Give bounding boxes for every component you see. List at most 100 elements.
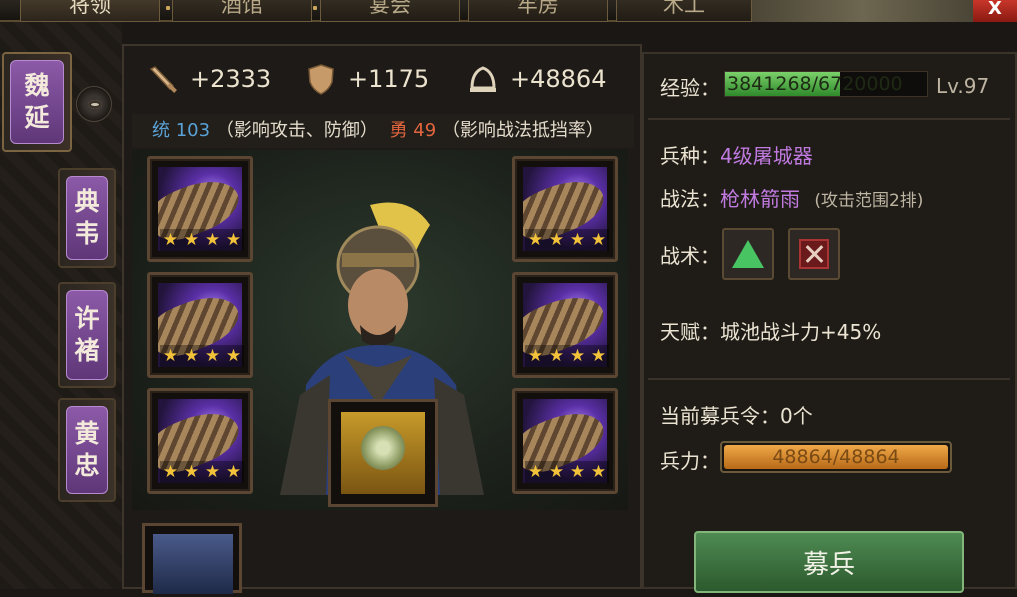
star-icon: ★: [548, 462, 565, 482]
star-rating: ★ ★ ★ ★: [160, 229, 244, 251]
attribute-description-row: 统 103 （影响攻击、防御） 勇 49 （影响战法抵挡率）: [132, 114, 634, 148]
general-tab-dian-wei[interactable]: 典 韦: [58, 168, 116, 268]
star-icon: ★: [183, 462, 200, 482]
top-tab-bar: 将领 酒馆 宴会 牢房 木工 X: [0, 0, 1017, 22]
treasure-slot[interactable]: [328, 399, 438, 507]
equipment-slot[interactable]: ★ ★ ★ ★: [512, 156, 618, 262]
star-icon: ★: [527, 462, 544, 482]
troop-label: 兵力：: [660, 449, 720, 473]
general-tab-huang-zhong[interactable]: 黄 忠: [58, 398, 116, 502]
general-name-char: 黄: [74, 419, 100, 448]
green-triangle-icon: [732, 240, 764, 268]
equipment-slot[interactable]: ★ ★ ★ ★: [147, 388, 253, 494]
unit-type-label: 兵种：: [660, 144, 720, 168]
crossed-swords-icon: [799, 239, 829, 269]
top-scenery-image: [752, 0, 974, 22]
helmet-icon: [470, 66, 496, 92]
general-name-char: 韦: [74, 219, 100, 248]
attack-value: +2333: [190, 65, 272, 93]
divider: [648, 378, 1010, 380]
star-rating: ★ ★ ★ ★: [160, 345, 244, 367]
tab-carpentry[interactable]: 木工: [616, 0, 752, 22]
general-name-badge: 黄 忠: [66, 406, 108, 494]
star-icon: ★: [527, 230, 544, 250]
eye-icon[interactable]: [76, 86, 112, 122]
star-icon: ★: [569, 230, 586, 250]
star-icon: ★: [183, 346, 200, 366]
attack-stat: +2333: [146, 58, 271, 100]
star-icon: ★: [569, 462, 586, 482]
general-tab-wei-yan[interactable]: 魏 延: [2, 52, 72, 152]
talent-row: 天赋：城池战斗力+45%: [660, 316, 881, 345]
star-icon: ★: [225, 230, 242, 250]
star-icon: ★: [204, 462, 221, 482]
star-icon: ★: [162, 230, 179, 250]
sword-icon: [149, 66, 177, 93]
troop-value: 48864/48864: [772, 446, 900, 468]
star-icon: ★: [225, 346, 242, 366]
exp-label: 经验：: [660, 76, 720, 100]
star-icon: ★: [569, 346, 586, 366]
star-icon: ★: [204, 230, 221, 250]
unit-type-row: 兵种：4级屠城器: [660, 140, 813, 169]
general-name-char: 许: [74, 304, 100, 333]
tactic-row: 战法：枪林箭雨 (攻击范围2排): [660, 183, 923, 212]
defense-stat: +1175: [304, 58, 429, 100]
talent-label: 天赋：: [660, 320, 720, 344]
unit-type-value: 4级屠城器: [720, 144, 813, 168]
star-icon: ★: [590, 462, 607, 482]
equipment-slot[interactable]: ★ ★ ★ ★: [147, 156, 253, 262]
level-text: Lv.97: [936, 74, 990, 98]
general-name-char: 典: [74, 187, 100, 216]
shield-icon: [308, 64, 334, 95]
stats-row: +2333 +1175 +48864: [132, 58, 634, 110]
star-icon: ★: [225, 462, 242, 482]
star-icon: ★: [590, 346, 607, 366]
general-name-char: 褚: [74, 336, 100, 365]
tong-description: （影响攻击、防御）: [215, 120, 378, 141]
general-tab-xu-chu[interactable]: 许 褚: [58, 282, 116, 388]
tong-value: 103: [175, 120, 211, 141]
tab-banquet[interactable]: 宴会: [320, 0, 460, 22]
star-icon: ★: [548, 230, 565, 250]
yong-label: 勇: [389, 120, 408, 141]
equipment-slot[interactable]: ★ ★ ★ ★: [147, 272, 253, 378]
star-rating: ★ ★ ★ ★: [525, 461, 609, 483]
star-rating: ★ ★ ★ ★: [160, 461, 244, 483]
tab-tavern[interactable]: 酒馆: [172, 0, 312, 22]
equipment-slot[interactable]: ★ ★ ★ ★: [512, 388, 618, 494]
armor-icon: [153, 534, 233, 594]
star-rating: ★ ★ ★ ★: [525, 345, 609, 367]
skill-slot[interactable]: [722, 228, 774, 280]
yong-description: （影响战法抵挡率）: [441, 120, 604, 141]
general-name-char: 忠: [74, 451, 100, 480]
close-button[interactable]: X: [973, 0, 1017, 22]
star-icon: ★: [204, 346, 221, 366]
tab-separator-icon: [166, 6, 170, 10]
star-icon: ★: [162, 462, 179, 482]
recruit-orders-text: 当前募兵令：0个: [660, 404, 813, 428]
star-icon: ★: [548, 346, 565, 366]
treasure-icon: [341, 412, 425, 494]
tab-generals[interactable]: 将领: [20, 0, 160, 22]
general-name-badge: 典 韦: [66, 176, 108, 260]
troop-bar: 48864/48864: [720, 441, 952, 473]
mount-slot[interactable]: [142, 523, 242, 594]
exp-bar: 3841268/6720000: [724, 71, 928, 97]
tong-label: 统: [152, 120, 170, 141]
tab-prison[interactable]: 牢房: [468, 0, 608, 22]
star-icon: ★: [527, 346, 544, 366]
exp-value: 3841268/6720000: [727, 73, 903, 95]
skill-slot[interactable]: [788, 228, 840, 280]
star-icon: ★: [183, 230, 200, 250]
general-name-char: 魏: [24, 71, 50, 100]
equipment-slot[interactable]: ★ ★ ★ ★: [512, 272, 618, 378]
tactic-value: 枪林箭雨: [720, 187, 800, 211]
skills-label: 战术：: [660, 244, 720, 268]
recruit-button[interactable]: 募兵: [694, 531, 964, 593]
tactic-note: (攻击范围2排): [814, 191, 924, 211]
general-name-badge: 魏 延: [10, 60, 64, 144]
star-icon: ★: [162, 346, 179, 366]
troops-value: +48864: [510, 65, 607, 93]
troops-stat: +48864: [466, 58, 606, 100]
